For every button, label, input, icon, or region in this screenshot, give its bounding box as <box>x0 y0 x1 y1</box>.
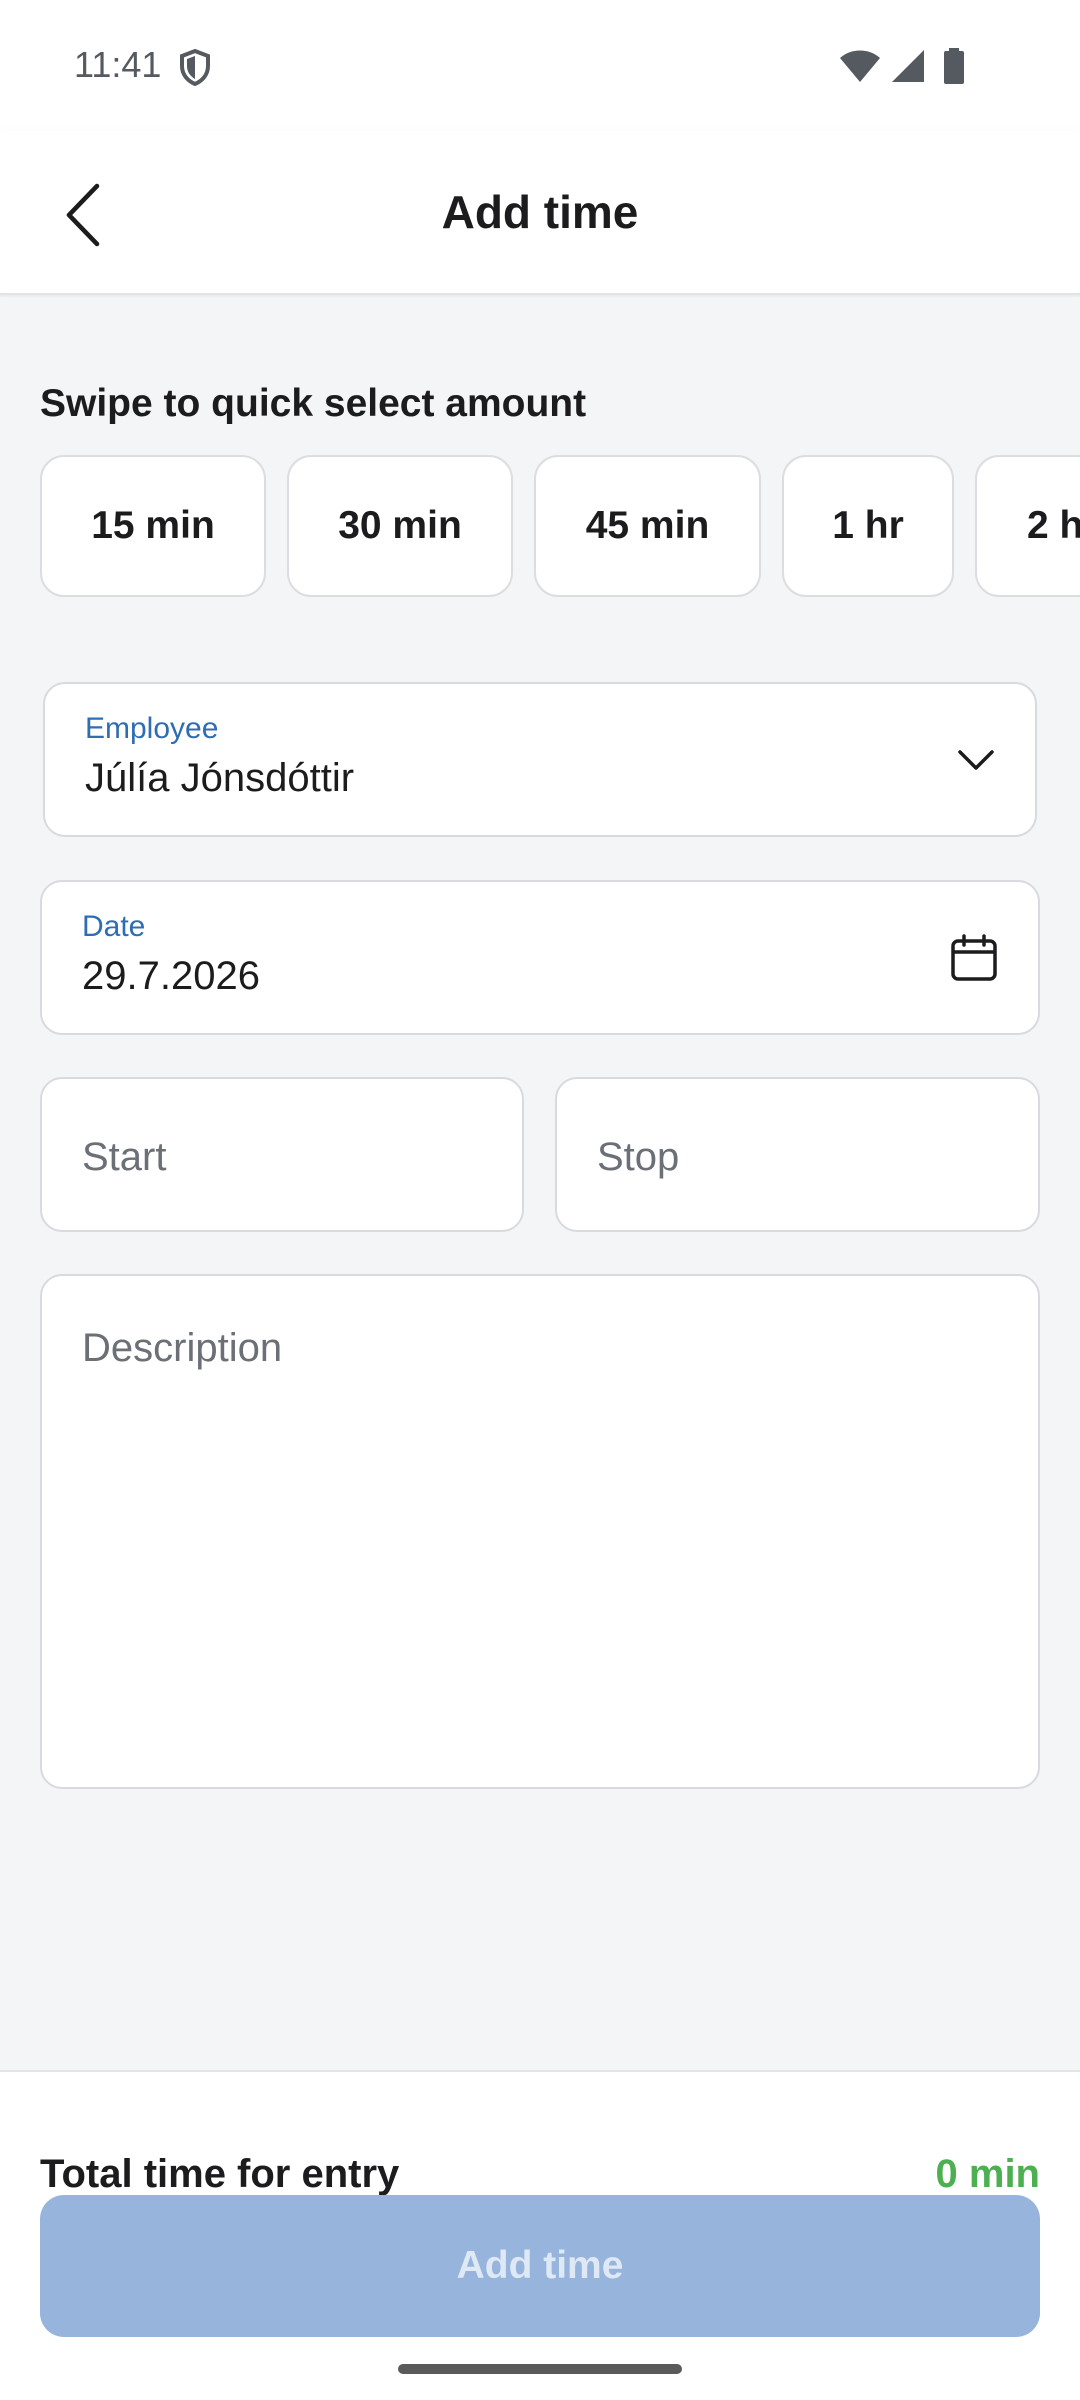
chevron-down-icon <box>958 750 994 770</box>
page-title: Add time <box>441 186 639 238</box>
calendar-icon[interactable] <box>950 934 998 982</box>
date-field[interactable]: Date 29.7.2026 <box>40 880 1040 1035</box>
chip-45-min[interactable]: 45 min <box>534 455 761 597</box>
chip-1-hr[interactable]: 1 hr <box>782 455 954 597</box>
quick-select-section: Swipe to quick select amount 15 min 30 m… <box>0 297 1080 617</box>
add-time-button[interactable]: Add time <box>40 2195 1040 2337</box>
total-time-value: 0 min <box>935 2152 1040 2196</box>
total-time-label: Total time for entry <box>40 2152 400 2196</box>
status-time: 11:41 <box>74 44 162 85</box>
quick-select-title: Swipe to quick select amount <box>40 382 587 425</box>
wifi-icon <box>840 50 880 82</box>
date-value: 29.7.2026 <box>82 954 260 998</box>
home-indicator[interactable] <box>398 2364 682 2374</box>
time-entry-form: Employee Júlía Jónsdóttir Date 29.7.2026… <box>0 637 1080 2070</box>
app-header: Add time <box>0 130 1080 295</box>
description-textarea[interactable]: Description <box>40 1274 1040 1789</box>
chip-30-min[interactable]: 30 min <box>287 455 513 597</box>
status-icons <box>838 48 1008 84</box>
chip-2-hr[interactable]: 2 hr <box>975 455 1080 597</box>
battery-icon <box>944 48 964 84</box>
footer-bar: Total time for entry 0 min Add time <box>0 2070 1080 2400</box>
employee-label: Employee <box>85 712 219 745</box>
employee-value: Júlía Jónsdóttir <box>85 756 355 800</box>
date-label: Date <box>82 910 146 943</box>
status-bar: 11:41 <box>0 0 1080 130</box>
quick-select-chips[interactable]: 15 min 30 min 45 min 1 hr 2 hr <box>40 455 1080 597</box>
employee-select[interactable]: Employee Júlía Jónsdóttir <box>43 682 1037 837</box>
stop-placeholder: Stop <box>597 1135 680 1179</box>
chip-15-min[interactable]: 15 min <box>40 455 266 597</box>
description-placeholder: Description <box>82 1326 283 1370</box>
signal-icon <box>892 50 924 82</box>
stop-time-input[interactable]: Stop <box>555 1077 1040 1232</box>
start-time-input[interactable]: Start <box>40 1077 524 1232</box>
shield-icon <box>178 48 212 87</box>
start-placeholder: Start <box>82 1135 167 1179</box>
